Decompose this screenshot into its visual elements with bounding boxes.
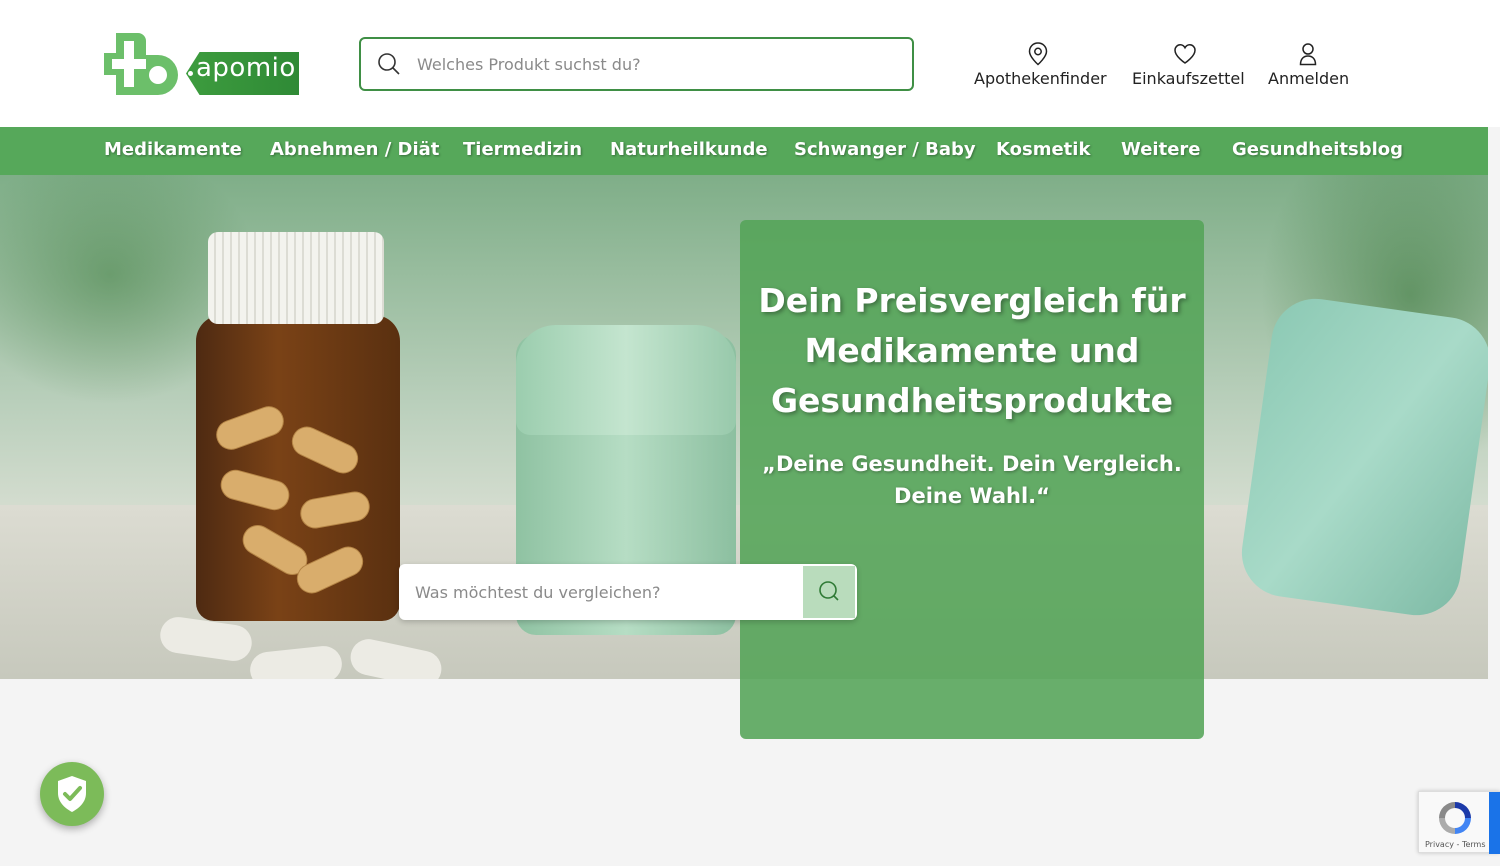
hero-search-input[interactable] [415, 564, 795, 620]
search-icon [819, 580, 839, 601]
menu-item-medikamente[interactable]: Medikamente [104, 139, 242, 160]
menu-item-schwanger-baby[interactable]: Schwanger / Baby [794, 139, 976, 160]
user-icon [1299, 43, 1317, 66]
hero-text-panel: Dein Preisvergleich für Medikamente und … [740, 220, 1204, 739]
trust-shield-button[interactable] [40, 762, 104, 826]
shield-check-icon [58, 776, 86, 812]
hero-dumbbell [1236, 293, 1488, 621]
header-search-box [359, 37, 914, 91]
menu-item-abnehmen-diaet[interactable]: Abnehmen / Diät [270, 139, 439, 160]
menu-item-naturheilkunde[interactable]: Naturheilkunde [610, 139, 768, 160]
nav-anmelden-label: Anmelden [1268, 69, 1350, 88]
hero-subtitle: „Deine Gesundheit. Dein Vergleich. Deine… [762, 452, 1182, 508]
nav-apothekenfinder-label: Apothekenfinder [974, 69, 1107, 88]
heart-icon [1174, 44, 1196, 64]
menu-item-gesundheitsblog[interactable]: Gesundheitsblog [1232, 139, 1403, 160]
hero-search-button[interactable] [803, 566, 855, 618]
location-pin-icon [1028, 42, 1047, 66]
nav-anmelden[interactable]: Anmelden [1268, 42, 1350, 88]
hero-title: Dein Preisvergleich für Medikamente und … [758, 281, 1186, 420]
nav-einkaufszettel-label: Einkaufszettel [1132, 69, 1245, 88]
hero-bottle-cap [208, 232, 384, 324]
recaptcha-logo-icon [1439, 802, 1471, 834]
site-header: apomio Apothekenfinder Einkaufszettel An… [0, 0, 1500, 127]
menu-item-kosmetik[interactable]: Kosmetik [996, 139, 1090, 160]
hero-search-box [399, 564, 857, 620]
apomio-logo[interactable]: apomio [102, 31, 302, 97]
menu-item-weitere[interactable]: Weitere [1121, 139, 1201, 160]
search-icon[interactable] [377, 52, 401, 76]
logo-text: apomio [196, 53, 296, 83]
nav-einkaufszettel[interactable]: Einkaufszettel [1132, 42, 1245, 88]
logo-tag-hole [187, 70, 194, 77]
header-search-input[interactable] [417, 39, 897, 89]
menu-item-tiermedizin[interactable]: Tiermedizin [463, 139, 582, 160]
recaptcha-terms-link[interactable]: Privacy - Terms [1425, 840, 1486, 849]
recaptcha-side-tab [1489, 792, 1500, 854]
recaptcha-badge[interactable]: Privacy - Terms [1418, 791, 1500, 854]
nav-apothekenfinder[interactable]: Apothekenfinder [974, 42, 1107, 88]
pharmacy-cross-icon [104, 33, 178, 95]
category-menu: Medikamente Abnehmen / Diät Tiermedizin … [0, 127, 1488, 175]
hero-jar-lid [516, 325, 736, 435]
